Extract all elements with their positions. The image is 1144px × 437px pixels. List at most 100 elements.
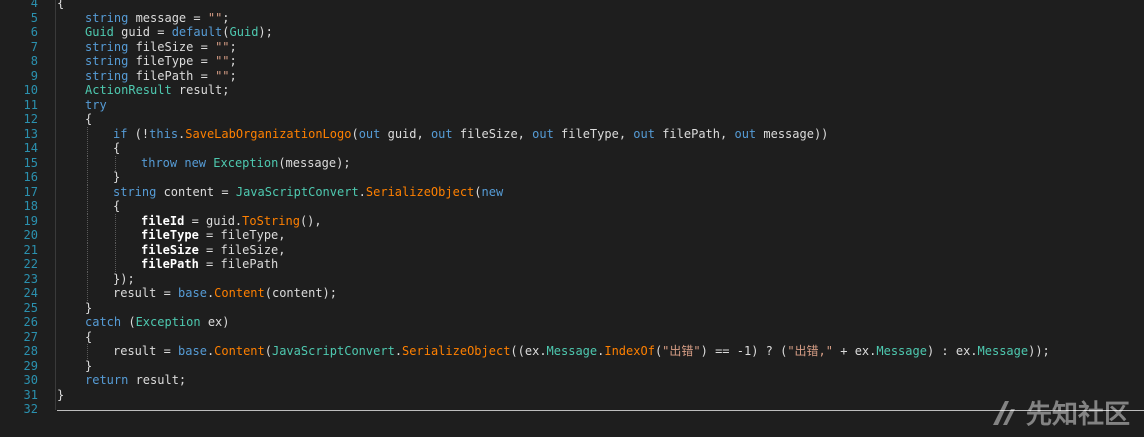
code-text: {: [113, 141, 120, 156]
code-text: fileSize = fileSize,: [141, 243, 286, 258]
code-token: fileSize: [141, 242, 199, 257]
code-text: string content = JavaScriptConvert.Seria…: [113, 185, 503, 200]
code-token: base: [178, 286, 207, 300]
code-token: default: [171, 25, 223, 39]
indent-guide: [87, 170, 88, 185]
code-token: SaveLabOrganizationLogo: [185, 126, 352, 141]
code-line[interactable]: 24 result = base.Content(content);: [0, 286, 1144, 301]
code-token: fileType: [141, 228, 199, 242]
code-token: this: [149, 126, 179, 141]
code-text: string message = "";: [85, 11, 230, 26]
code-text: if (!this.SaveLabOrganizationLogo(out gu…: [113, 127, 828, 142]
line-number: 10: [23, 83, 38, 97]
code-token: ;: [229, 54, 237, 68]
code-token: ;: [229, 68, 237, 83]
code-line[interactable]: 15 throw new Exception(message);: [0, 155, 1144, 171]
code-token: Exception: [135, 315, 201, 329]
code-line[interactable]: 13 if (!this.SaveLabOrganizationLogo(out …: [0, 126, 1144, 142]
code-token: }: [85, 358, 93, 373]
code-line[interactable]: 5 string message = "";: [0, 11, 1144, 26]
code-line[interactable]: 10 ActionResult result;: [0, 83, 1144, 98]
line-number: 17: [23, 184, 38, 199]
code-line[interactable]: 11 try: [0, 98, 1144, 113]
code-line[interactable]: 12 {: [0, 112, 1144, 127]
code-text: return result;: [85, 373, 186, 388]
indent-guide: [87, 271, 88, 287]
code-token: message =: [128, 10, 208, 25]
code-line[interactable]: 6 Guid guid = default(Guid);: [0, 25, 1144, 40]
code-token: "出错,": [787, 344, 834, 358]
code-token: (: [474, 184, 482, 199]
code-token: "": [215, 39, 230, 54]
code-token: ) == -1) ? (: [700, 344, 788, 358]
code-text: fileType = fileType,: [141, 228, 286, 243]
code-token: Content: [214, 286, 265, 300]
code-line[interactable]: 17 string content = JavaScriptConvert.Ser…: [0, 184, 1144, 200]
code-line[interactable]: 23});: [0, 271, 1144, 287]
code-line[interactable]: 28 result = base. Content(JavaScriptConver…: [0, 344, 1144, 359]
code-token: fileSize =: [128, 39, 216, 54]
code-token: ToString: [242, 213, 300, 228]
current-line-indicator: [57, 410, 1144, 411]
code-token: out: [734, 126, 757, 141]
line-number: 7: [30, 39, 38, 54]
code-token: Message: [977, 344, 1029, 358]
code-line[interactable]: 7 string fileSize = "";: [0, 40, 1144, 55]
code-token: (: [351, 126, 359, 141]
line-number: 28: [23, 344, 38, 358]
code-token: "": [215, 54, 230, 68]
code-token: .: [394, 344, 403, 358]
code-line[interactable]: 25}: [0, 301, 1144, 316]
code-token: throw: [141, 155, 178, 170]
code-token: new: [184, 155, 207, 170]
line-number: 18: [23, 199, 38, 213]
code-token: out: [532, 126, 554, 141]
code-line[interactable]: 22 filePath = filePath: [0, 257, 1144, 272]
code-token: out: [430, 126, 453, 141]
indent-guide: [87, 184, 88, 200]
code-text: try: [85, 98, 107, 113]
code-line[interactable]: 27 {: [0, 330, 1144, 345]
code-text: string filePath = "";: [85, 69, 237, 84]
code-editor[interactable]: 4{5 string message = ""; 6 Guid guid = defa…: [0, 0, 1144, 437]
line-number: 12: [23, 112, 38, 126]
code-line[interactable]: 30 return result;: [0, 373, 1144, 388]
code-line[interactable]: 26 catch (Exception ex): [0, 315, 1144, 330]
watermark-text: 先知社区: [1025, 400, 1130, 430]
code-token: IndexOf: [604, 344, 655, 358]
code-text: });: [113, 272, 135, 287]
line-number: 22: [23, 257, 38, 271]
code-token: }: [85, 300, 93, 315]
indent-guide: [87, 155, 88, 171]
code-token: });: [113, 271, 135, 286]
code-token: "": [215, 68, 230, 83]
code-token: {: [85, 112, 93, 126]
code-token: (: [222, 25, 230, 39]
indent-guide: [115, 228, 116, 243]
code-line[interactable]: 8 string fileType = "";: [0, 54, 1144, 69]
code-line[interactable]: 14 {: [0, 141, 1144, 156]
code-token: ActionResult: [85, 83, 172, 97]
code-text: Guid guid = default(Guid);: [85, 25, 273, 40]
indent-guide: [87, 242, 88, 258]
code-token: {: [85, 329, 93, 344]
code-line[interactable]: 29}: [0, 359, 1144, 374]
code-token: out: [633, 126, 655, 141]
code-token: result =: [113, 286, 179, 300]
line-number: 16: [23, 170, 38, 184]
code-token: new: [481, 184, 504, 199]
code-line[interactable]: 20 fileType = fileType,: [0, 228, 1144, 243]
code-token: = fileType,: [198, 228, 286, 242]
code-token: fileId: [141, 213, 185, 228]
code-line[interactable]: 31}: [0, 388, 1144, 403]
indent-guide: [87, 141, 88, 156]
code-line[interactable]: 9 string filePath = "";: [0, 69, 1144, 84]
code-token: guid =: [113, 25, 172, 39]
code-line[interactable]: 19 fileId = guid.ToString(),: [0, 213, 1144, 229]
code-line[interactable]: 18 {: [0, 199, 1144, 214]
indent-guide: [87, 199, 88, 214]
code-line[interactable]: 21 fileSize = fileSize,: [0, 242, 1144, 258]
code-token: (message);: [278, 155, 351, 170]
code-line[interactable]: 4{: [0, 0, 1144, 11]
code-line[interactable]: 16}: [0, 170, 1144, 185]
